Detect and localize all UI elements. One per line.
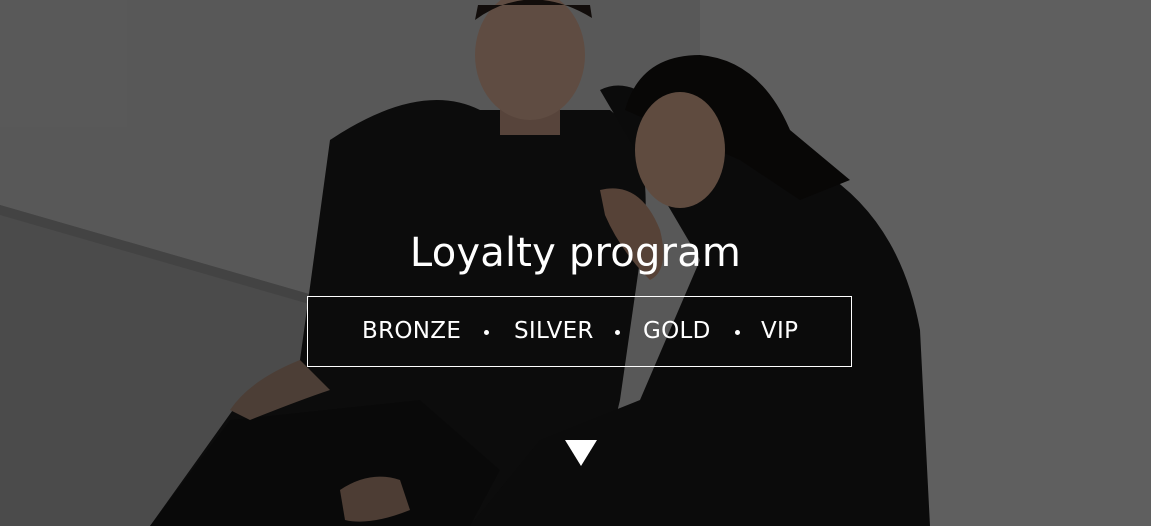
tier-bronze: BRONZE — [362, 318, 462, 344]
loyalty-tiers-box: BRONZE SILVER GOLD VIP — [307, 296, 852, 367]
bullet-separator — [484, 330, 489, 335]
bullet-separator — [735, 330, 740, 335]
bullet-separator — [615, 330, 620, 335]
page-title: Loyalty program — [409, 230, 742, 276]
tier-silver: SILVER — [514, 318, 594, 344]
triangle-down-icon[interactable] — [565, 440, 597, 466]
loyalty-hero-banner: Loyalty program BRONZE SILVER GOLD VIP — [0, 0, 1151, 526]
tier-gold: GOLD — [643, 318, 711, 344]
tier-vip: VIP — [761, 318, 799, 344]
